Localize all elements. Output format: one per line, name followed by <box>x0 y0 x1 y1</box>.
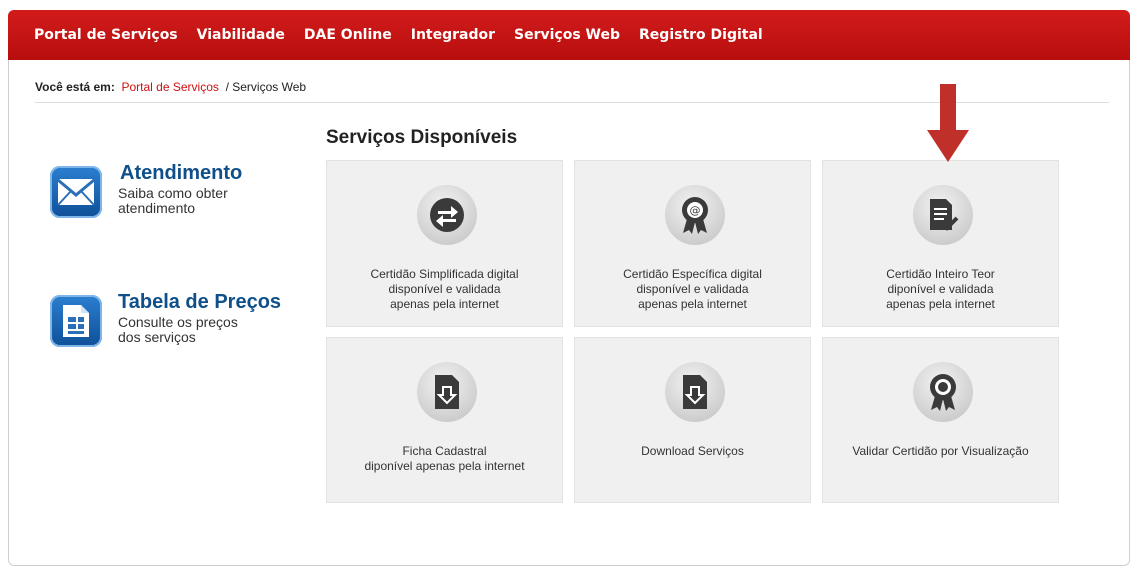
tile-label: Ficha Cadastral diponível apenas pela in… <box>364 444 525 473</box>
breadcrumb-current: / Serviços Web <box>225 80 307 94</box>
tile-validar-certidao[interactable]: Validar Certidão por Visualização <box>822 337 1059 503</box>
breadcrumb-prefix: Você está em: <box>35 80 115 94</box>
breadcrumb: Você está em: Portal de Serviços / Servi… <box>35 80 306 94</box>
certificate-seal-icon <box>913 362 973 422</box>
tile-label: Certidão Inteiro Teor diponível e valida… <box>886 267 995 311</box>
file-download-icon <box>665 362 725 422</box>
tile-label: Certidão Simplificada digital disponível… <box>370 267 519 311</box>
tile-ficha-cadastral[interactable]: Ficha Cadastral diponível apenas pela in… <box>326 337 563 503</box>
nav-servicos-web[interactable]: Serviços Web <box>514 27 620 43</box>
refresh-arrows-icon <box>417 185 477 245</box>
tile-certidao-especifica[interactable]: @ Certidão Específica digital disponível… <box>574 160 811 327</box>
tile-label: Validar Certidão por Visualização <box>852 444 1029 458</box>
nav-dae-online[interactable]: DAE Online <box>304 27 392 43</box>
annotation-arrow-icon <box>927 84 969 169</box>
section-title: Serviços Disponíveis <box>326 127 518 148</box>
document-check-icon <box>913 185 973 245</box>
nav-portal-de-servicos[interactable]: Portal de Serviços <box>34 27 178 43</box>
tile-certidao-inteiro-teor[interactable]: Certidão Inteiro Teor diponível e valida… <box>822 160 1059 327</box>
envelope-icon <box>50 166 102 218</box>
breadcrumb-link-portal[interactable]: Portal de Serviços <box>122 80 219 94</box>
tabela-de-precos-title: Tabela de Preços <box>118 291 282 313</box>
nav-viabilidade[interactable]: Viabilidade <box>197 27 285 43</box>
svg-text:@: @ <box>690 204 701 217</box>
top-navigation: Portal de Serviços Viabilidade DAE Onlin… <box>8 10 1130 60</box>
file-download-icon <box>417 362 477 422</box>
nav-registro-digital[interactable]: Registro Digital <box>639 27 763 43</box>
tile-label: Certidão Específica digital disponível e… <box>623 267 762 311</box>
tile-label: Download Serviços <box>641 444 744 458</box>
tile-download-servicos[interactable]: Download Serviços <box>574 337 811 503</box>
certificate-seal-icon: @ <box>665 185 725 245</box>
tile-certidao-simplificada[interactable]: Certidão Simplificada digital disponível… <box>326 160 563 327</box>
document-icon <box>50 295 102 347</box>
nav-integrador[interactable]: Integrador <box>411 27 495 43</box>
atendimento-title: Atendimento <box>120 162 243 184</box>
tabela-de-precos-description: Consulte os preços dos serviços <box>118 314 238 345</box>
atendimento-description: Saiba como obter atendimento <box>118 185 228 216</box>
